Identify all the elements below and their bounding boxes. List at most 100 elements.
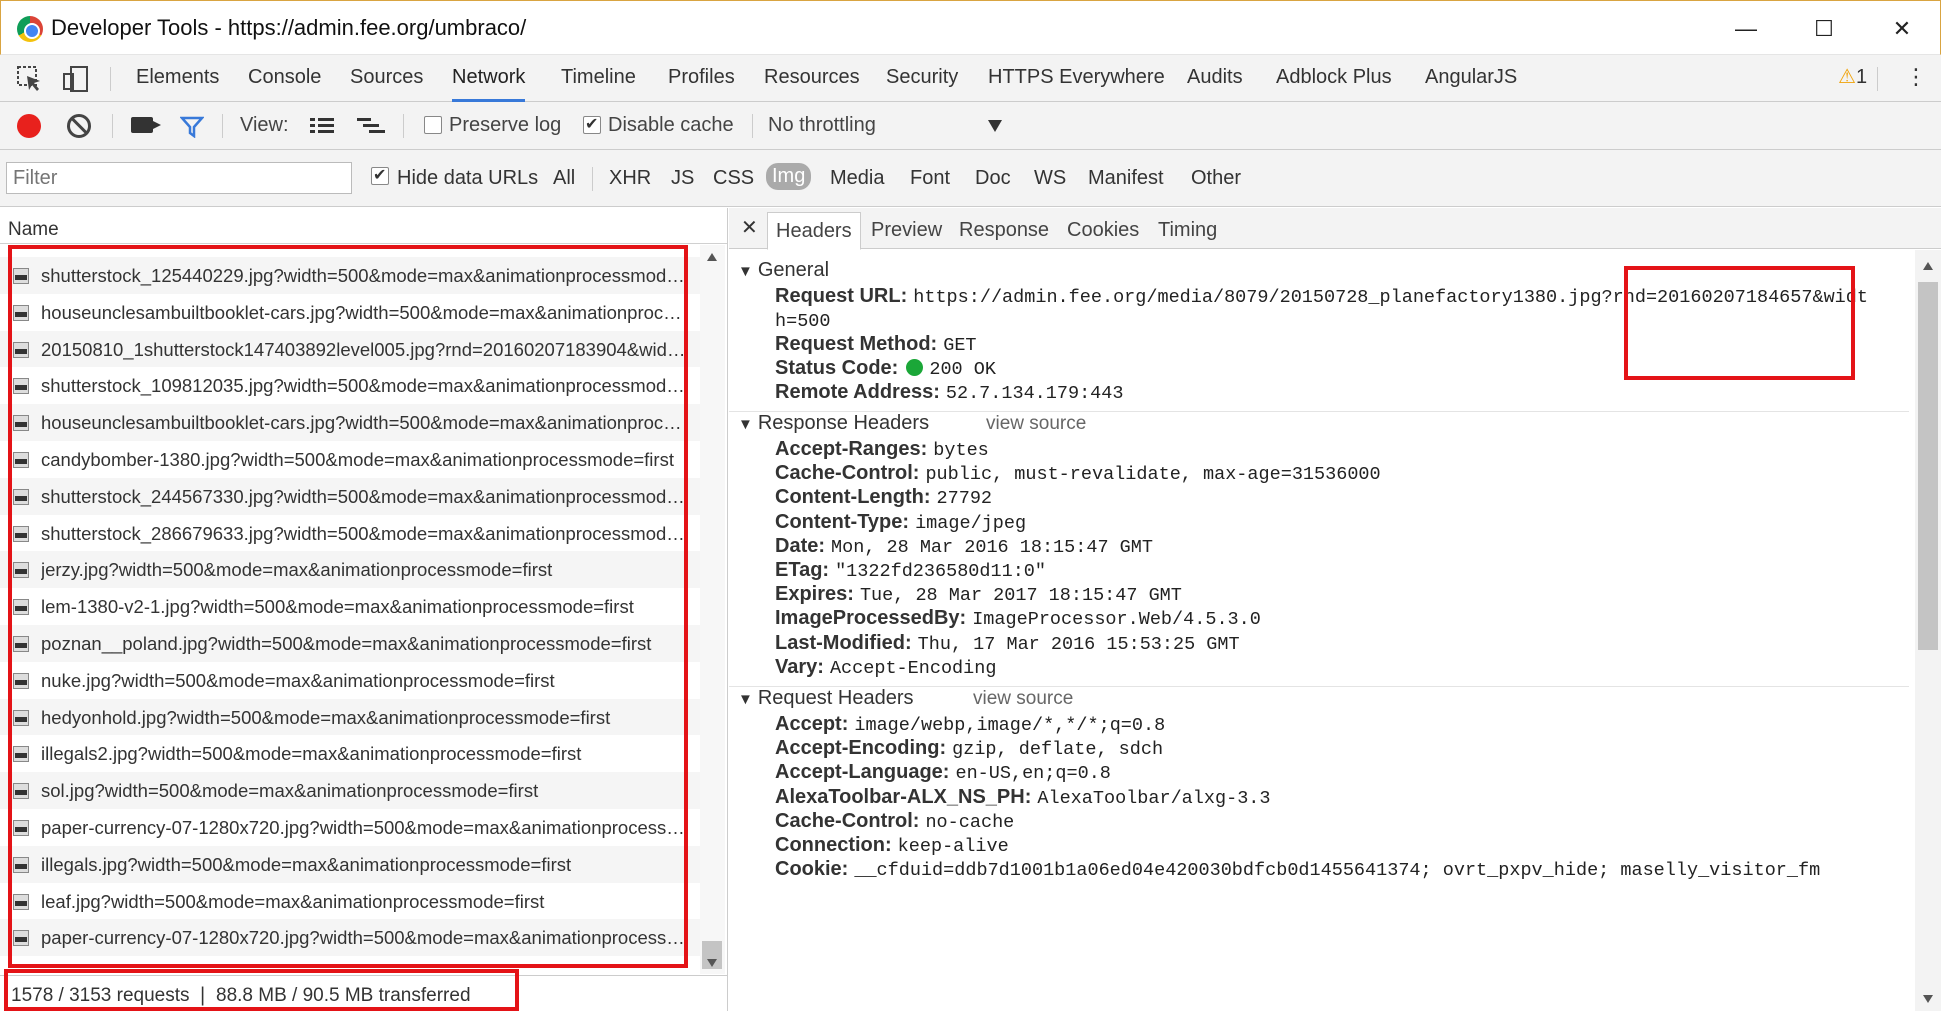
header-value: Tue, 28 Mar 2017 18:15:47 GMT (859, 585, 1182, 607)
capture-screenshots-icon[interactable] (131, 117, 161, 133)
filter-type-doc[interactable]: Doc (975, 167, 1011, 190)
triangle-down-icon: ▼ (738, 263, 753, 280)
header-key: Connection: (775, 834, 892, 856)
tab-profiles[interactable]: Profiles (668, 66, 735, 102)
network-toolbar: View: Preserve log Disable cache No thro… (0, 102, 1941, 150)
headers-scrollbar[interactable] (1915, 250, 1941, 1011)
header-row: Vary: Accept-Encoding (775, 656, 996, 679)
hide-data-urls-label: Hide data URLs (397, 167, 539, 189)
divider (1877, 67, 1878, 91)
close-window-button[interactable]: ✕ (1872, 9, 1932, 49)
response-view-source-link[interactable]: view source (986, 413, 1086, 435)
clear-button[interactable] (67, 114, 91, 138)
filter-bar: Hide data URLs All XHR JS CSS Img Media Font Do… (0, 150, 1941, 207)
title-bar: Developer Tools - https://admin.fee.org/… (0, 0, 1941, 55)
record-button[interactable] (17, 114, 41, 138)
header-value: ImageProcessor.Web/4.5.3.0 (972, 609, 1261, 631)
warnings-counter[interactable]: ⚠1 (1838, 64, 1867, 89)
window-title: Developer Tools - https://admin.fee.org/… (51, 15, 527, 40)
tab-https-everywhere[interactable]: HTTPS Everywhere (988, 66, 1165, 102)
header-value: Mon, 28 Mar 2016 18:15:47 GMT (831, 536, 1153, 558)
tab-timing[interactable]: Timing (1158, 219, 1217, 242)
scrollbar-thumb[interactable] (1918, 282, 1938, 650)
maximize-button[interactable]: ☐ (1794, 9, 1854, 49)
header-row: ImageProcessedBy: ImageProcessor.Web/4.5.… (775, 607, 1261, 630)
header-row: Content-Type: image/jpeg (775, 511, 1026, 534)
scroll-down-icon[interactable] (1923, 995, 1933, 1003)
request-headers-toggle[interactable]: ▼ Request Headers (738, 687, 914, 710)
warning-icon: ⚠ (1838, 66, 1856, 88)
header-value: Accept-Encoding (829, 657, 997, 679)
filter-type-ws[interactable]: WS (1034, 167, 1066, 190)
filter-type-css[interactable]: CSS (713, 167, 754, 190)
request-view-source-link[interactable]: view source (973, 688, 1073, 710)
header-key: Cache-Control: (775, 809, 920, 832)
tab-timeline[interactable]: Timeline (561, 66, 636, 102)
hide-data-urls-checkbox[interactable] (371, 165, 389, 185)
scroll-up-icon[interactable] (707, 253, 717, 261)
minimize-button[interactable]: — (1716, 9, 1776, 49)
overview-icon[interactable] (357, 117, 385, 135)
filter-type-all[interactable]: All (553, 167, 575, 190)
chevron-down-icon[interactable] (988, 120, 1002, 132)
tab-headers[interactable]: Headers (767, 212, 861, 250)
filter-type-img[interactable]: Img (766, 163, 812, 190)
header-key: Accept-Ranges: (775, 438, 928, 460)
header-key: ETag: (775, 559, 830, 581)
filter-input[interactable] (6, 162, 352, 194)
header-value: 27792 (936, 488, 993, 510)
requests-scrollbar[interactable] (700, 245, 725, 974)
name-column-header[interactable]: Name (0, 208, 727, 244)
header-key: Last-Modified: (775, 631, 912, 654)
tab-network[interactable]: Network (452, 66, 526, 102)
divider (112, 114, 113, 138)
filter-type-media[interactable]: Media (830, 167, 884, 190)
highlight-box-rnd (1624, 266, 1855, 380)
large-rows-icon[interactable] (310, 117, 334, 135)
tab-adblock-plus[interactable]: Adblock Plus (1276, 66, 1392, 102)
filter-type-other[interactable]: Other (1191, 167, 1241, 190)
filter-type-xhr[interactable]: XHR (609, 167, 651, 190)
throttling-select[interactable]: No throttling (768, 114, 876, 137)
divider (403, 114, 404, 138)
tab-elements[interactable]: Elements (136, 66, 219, 102)
inspect-element-icon[interactable] (16, 65, 44, 93)
filter-type-js[interactable]: JS (671, 167, 694, 190)
tab-sources[interactable]: Sources (350, 66, 423, 102)
tab-preview[interactable]: Preview (871, 219, 942, 242)
tab-console[interactable]: Console (248, 66, 321, 102)
tab-response[interactable]: Response (959, 219, 1049, 242)
divider (752, 114, 753, 138)
request-url-wrap: h=500 (775, 311, 831, 332)
chrome-logo-icon (17, 16, 43, 42)
detail-tabs: ✕ Headers Preview Response Cookies Timing (729, 208, 1941, 250)
response-headers-toggle[interactable]: ▼ Response Headers (738, 412, 929, 435)
header-row: ETag: "1322fd236580d11:0" (775, 559, 1046, 582)
tab-angularjs[interactable]: AngularJS (1425, 66, 1517, 102)
header-row: Date: Mon, 28 Mar 2016 18:15:47 GMT (775, 535, 1153, 558)
scroll-down-icon[interactable] (707, 959, 717, 967)
request-method-row: Request Method: GET (775, 333, 977, 356)
filter-type-font[interactable]: Font (910, 167, 950, 190)
preserve-log-label: Preserve log (449, 114, 562, 136)
header-key: Accept-Language: (775, 761, 950, 784)
header-value: keep-alive (897, 836, 1009, 857)
header-value: image/jpeg (915, 512, 1027, 534)
status-ok-icon (906, 359, 924, 376)
close-detail-icon[interactable]: ✕ (741, 215, 758, 240)
tab-audits[interactable]: Audits (1187, 66, 1243, 102)
device-mode-icon[interactable] (62, 65, 90, 93)
general-section-toggle[interactable]: ▼ General (738, 259, 829, 282)
customize-menu-icon[interactable]: ⋮ (1905, 64, 1927, 90)
tab-resources[interactable]: Resources (764, 66, 860, 102)
preserve-log-checkbox[interactable] (424, 116, 442, 134)
filter-type-manifest[interactable]: Manifest (1088, 167, 1164, 190)
divider (222, 114, 223, 138)
disable-cache-checkbox[interactable] (583, 114, 601, 134)
header-row: Accept-Encoding: gzip, deflate, sdch (775, 737, 1163, 760)
tab-security[interactable]: Security (886, 66, 958, 102)
disable-cache-label: Disable cache (608, 114, 734, 136)
scroll-up-icon[interactable] (1923, 262, 1933, 270)
filter-icon[interactable] (180, 116, 204, 138)
tab-cookies[interactable]: Cookies (1067, 219, 1139, 242)
